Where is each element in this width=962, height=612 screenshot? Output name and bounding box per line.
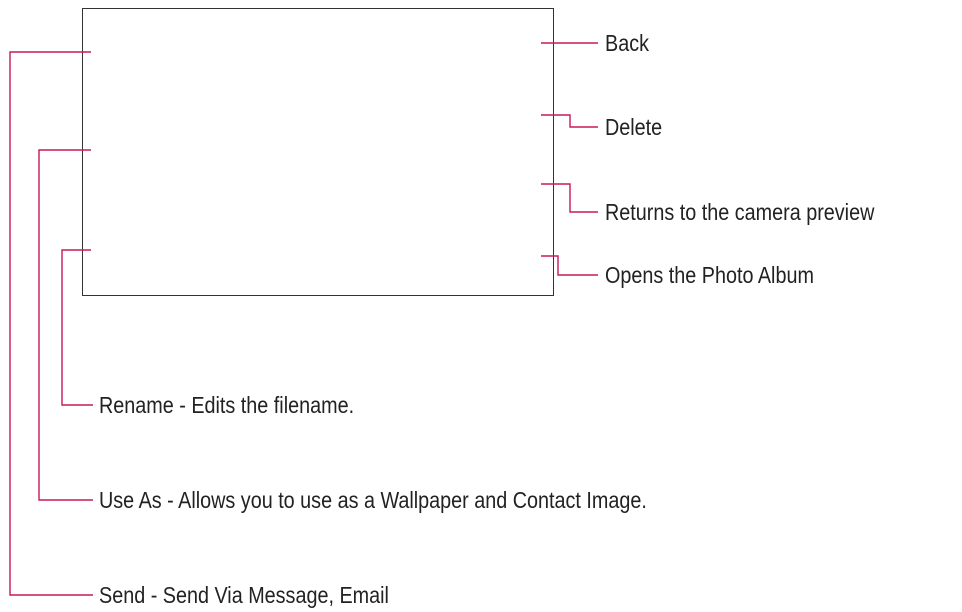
callout-line-use-as <box>38 149 93 501</box>
label-delete: Delete <box>605 114 663 140</box>
label-back: Back <box>605 30 649 56</box>
callout-line-rename <box>61 249 93 406</box>
callout-line-send <box>9 51 93 596</box>
callout-line-photo-album <box>541 255 598 276</box>
label-camera-preview: Returns to the camera preview <box>605 199 875 225</box>
callout-line-camera-preview <box>541 183 598 213</box>
callout-lines <box>9 42 598 596</box>
label-rename: Rename - Edits the filename. <box>99 392 355 418</box>
label-send: Send - Send Via Message, Email <box>99 582 389 608</box>
label-photo-album: Opens the Photo Album <box>605 262 814 288</box>
label-use-as: Use As - Allows you to use as a Wallpape… <box>99 487 647 513</box>
callout-line-delete <box>541 114 598 128</box>
